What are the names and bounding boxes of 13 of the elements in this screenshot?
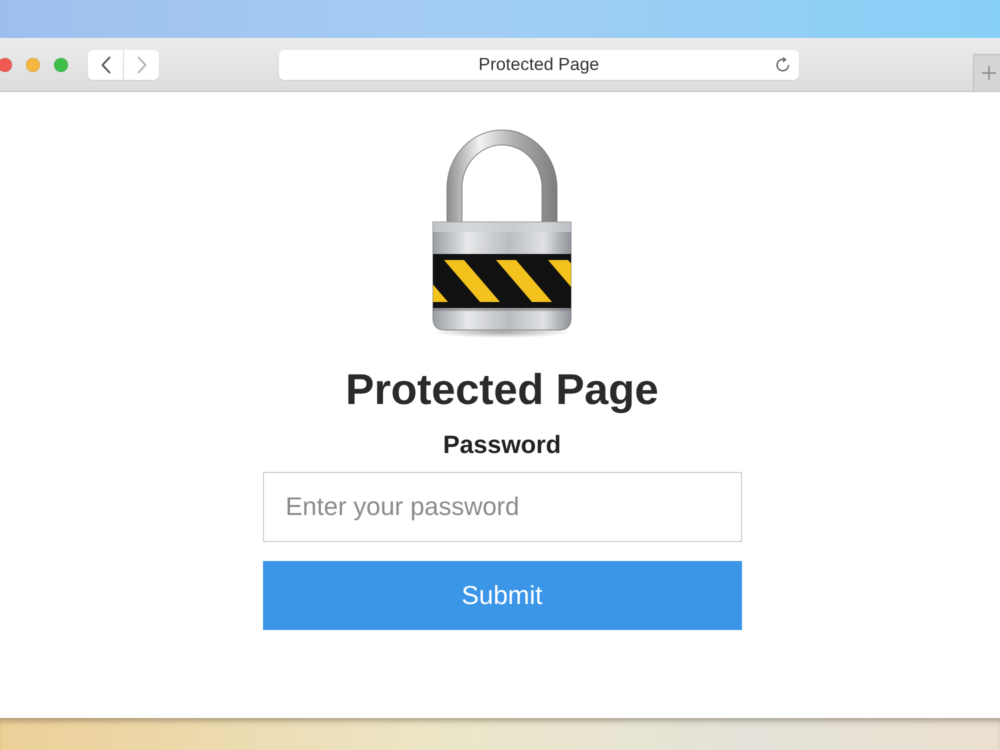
password-label: Password xyxy=(442,431,562,459)
plus-icon xyxy=(982,66,996,80)
new-tab-button[interactable] xyxy=(972,54,1000,91)
window-control-button[interactable] xyxy=(54,58,68,72)
chevron-left-icon xyxy=(100,56,110,74)
window-control-button[interactable] xyxy=(26,58,40,72)
reload-icon[interactable] xyxy=(774,56,791,73)
password-field[interactable]: Enter your password xyxy=(262,472,742,542)
page-heading: Protected Page xyxy=(345,365,659,416)
address-bar[interactable]: Protected Page xyxy=(279,50,799,80)
chevron-right-icon xyxy=(136,56,146,74)
back-button[interactable] xyxy=(88,50,123,80)
window-control-button[interactable] xyxy=(0,58,12,72)
